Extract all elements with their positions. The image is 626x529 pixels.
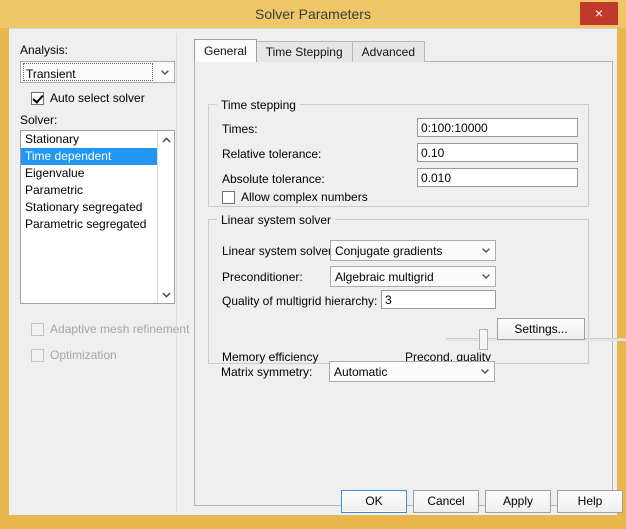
tab-panel-general: Time stepping Times: Relative tolerance:…: [194, 61, 626, 506]
linear-system-solver-dropdown[interactable]: Conjugate gradients: [330, 240, 496, 261]
linear-system-solver-label: Linear system solver:: [222, 244, 336, 258]
checkbox-box-icon: [31, 348, 44, 362]
linear-system-solver-group-title: Linear system solver: [217, 213, 336, 227]
help-button[interactable]: Help: [557, 490, 623, 513]
analysis-dropdown[interactable]: Transient: [20, 61, 175, 83]
tab-panel-seam: [195, 61, 248, 62]
adaptive-mesh-refinement-label: Adaptive mesh refinement: [50, 322, 190, 336]
relative-tolerance-input[interactable]: [417, 143, 578, 162]
chevron-down-icon: [476, 267, 495, 286]
analysis-label: Analysis:: [20, 43, 69, 57]
linear-system-solver-value: Conjugate gradients: [335, 244, 443, 258]
absolute-tolerance-input[interactable]: [417, 168, 578, 187]
tab-time-stepping[interactable]: Time Stepping: [255, 41, 353, 62]
right-panel: General Time Stepping Advanced Time step…: [186, 29, 626, 516]
times-input[interactable]: [417, 118, 578, 137]
absolute-tolerance-label: Absolute tolerance:: [222, 172, 325, 186]
close-icon[interactable]: ×: [580, 2, 618, 25]
list-item[interactable]: Stationary: [21, 131, 157, 148]
quality-of-multigrid-hierarchy-label: Quality of multigrid hierarchy:: [222, 294, 378, 308]
list-item[interactable]: Parametric segregated: [21, 216, 157, 233]
preconditioner-label: Preconditioner:: [222, 270, 303, 284]
list-item[interactable]: Parametric: [21, 182, 157, 199]
cancel-button[interactable]: Cancel: [413, 490, 479, 513]
memory-efficiency-label: Memory efficiency: [222, 350, 319, 364]
list-item[interactable]: Eigenvalue: [21, 165, 157, 182]
auto-select-solver-checkbox[interactable]: Auto select solver: [31, 91, 145, 105]
chevron-down-icon: [155, 62, 174, 82]
window-title: Solver Parameters: [255, 6, 371, 22]
left-panel: Analysis: Transient Auto select solver S…: [9, 29, 189, 516]
multigrid-quality-slider-thumb[interactable]: [478, 329, 488, 350]
tab-general[interactable]: General: [194, 39, 257, 62]
preconditioner-value: Algebraic multigrid: [335, 270, 434, 284]
solver-label: Solver:: [20, 113, 58, 127]
solver-listbox[interactable]: Stationary Time dependent Eigenvalue Parame…: [20, 130, 175, 304]
preconditioner-dropdown[interactable]: Algebraic multigrid: [330, 266, 496, 287]
linear-system-solver-group: Linear system solver Linear system solve…: [208, 213, 589, 364]
matrix-symmetry-label: Matrix symmetry:: [221, 365, 313, 379]
matrix-symmetry-dropdown[interactable]: Automatic: [329, 361, 495, 382]
allow-complex-numbers-label: Allow complex numbers: [241, 190, 368, 204]
list-item[interactable]: Time dependent: [21, 148, 157, 165]
solver-list-scrollbar[interactable]: [157, 131, 174, 303]
ok-button[interactable]: OK: [341, 490, 407, 513]
relative-tolerance-label: Relative tolerance:: [222, 147, 322, 161]
checkbox-box-icon: [222, 190, 235, 204]
matrix-symmetry-value: Automatic: [334, 365, 388, 379]
times-label: Times:: [222, 122, 258, 136]
panel-divider: [176, 33, 177, 512]
apply-button[interactable]: Apply: [485, 490, 551, 513]
quality-of-multigrid-hierarchy-input[interactable]: [381, 290, 496, 309]
solver-parameters-window: Solver Parameters × Analysis: Transient …: [0, 0, 626, 529]
adaptive-mesh-refinement-checkbox[interactable]: Adaptive mesh refinement: [31, 322, 189, 336]
allow-complex-numbers-checkbox[interactable]: Allow complex numbers: [222, 190, 368, 204]
settings-button[interactable]: Settings...: [497, 318, 585, 340]
scroll-up-icon[interactable]: [158, 131, 174, 148]
checkbox-box-icon: [31, 322, 44, 336]
title-bar: Solver Parameters ×: [0, 0, 626, 28]
chevron-down-icon: [476, 241, 495, 260]
dialog-client-area: Analysis: Transient Auto select solver S…: [9, 28, 626, 516]
time-stepping-group: Time stepping Times: Relative tolerance:…: [208, 98, 589, 207]
solver-list-items: Stationary Time dependent Eigenvalue Parame…: [21, 131, 157, 233]
auto-select-solver-label: Auto select solver: [50, 91, 145, 105]
optimization-checkbox[interactable]: Optimization: [31, 348, 117, 362]
checkmark-icon: [31, 91, 44, 105]
list-item[interactable]: Stationary segregated: [21, 199, 157, 216]
tab-advanced[interactable]: Advanced: [351, 41, 426, 62]
tab-strip: General Time Stepping Advanced: [194, 39, 426, 62]
analysis-dropdown-value: Transient: [23, 63, 153, 81]
time-stepping-group-title: Time stepping: [217, 98, 300, 112]
optimization-label: Optimization: [50, 348, 117, 362]
chevron-down-icon: [475, 362, 494, 381]
scroll-down-icon[interactable]: [158, 286, 174, 303]
